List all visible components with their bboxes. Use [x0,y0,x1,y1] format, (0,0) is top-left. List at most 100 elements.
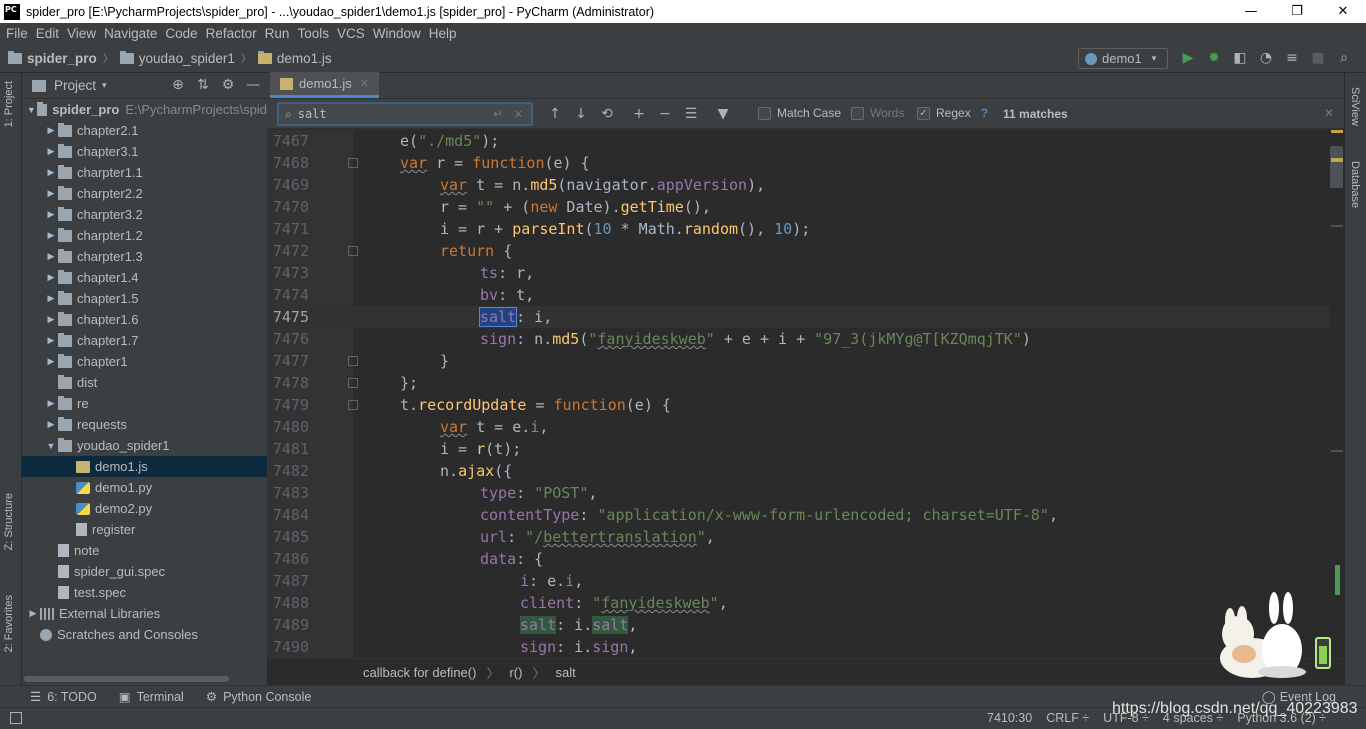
collapsed-arrow-icon[interactable]: ▶ [44,356,58,367]
menu-refactor[interactable]: Refactor [202,26,261,41]
menu-window[interactable]: Window [369,26,425,41]
tab-project[interactable]: 1: Project [3,81,15,127]
locate-file-icon[interactable]: ⊕ [170,77,186,93]
tree-item[interactable]: ▶ chapter2.1 [22,120,267,141]
collapsed-arrow-icon[interactable]: ▶ [44,419,58,430]
horizontal-scrollbar[interactable] [24,676,229,682]
tree-item[interactable]: Scratches and Consoles [22,624,267,645]
code-text[interactable]: e("./md5"); [400,132,499,150]
breadcrumb-project[interactable]: spider_pro [27,51,97,66]
code-text[interactable]: client: "fanyideskweb", [520,594,728,612]
tab-favorites[interactable]: 2: Favorites [3,595,15,652]
tree-item[interactable]: ▶ charpter1.3 [22,246,267,267]
menu-file[interactable]: File [2,26,32,41]
code-line[interactable]: 7485 url: "/bettertranslation", [267,526,1329,548]
collapsed-arrow-icon[interactable]: ▶ [44,251,58,262]
code-line[interactable]: 7472 return { [267,240,1329,262]
code-text[interactable]: url: "/bettertranslation", [480,528,715,546]
collapsed-arrow-icon[interactable]: ▶ [44,398,58,409]
dropdown-arrow-icon[interactable]: ▾ [102,81,107,91]
search-input[interactable]: ⌕ salt ↵ ✕ [277,102,533,126]
code-line[interactable]: 7482 n.ajax({ [267,460,1329,482]
next-occurrence-icon[interactable]: ↓ [573,106,589,122]
tree-item[interactable]: note [22,540,267,561]
tree-item[interactable]: ▶ chapter1.6 [22,309,267,330]
code-text[interactable]: type: "POST", [480,484,597,502]
tree-item[interactable]: ▶ chapter1.7 [22,330,267,351]
code-line[interactable]: 7490 sign: i.sign, [267,636,1329,658]
stripe-mark[interactable] [1331,225,1343,227]
code-line[interactable]: 7469 var t = n.md5(navigator.appVersion), [267,174,1329,196]
remove-selection-icon[interactable]: − [657,106,673,122]
collapsed-arrow-icon[interactable]: ▶ [44,335,58,346]
coverage-icon[interactable]: ◧ [1230,49,1250,67]
words-option[interactable]: Words [851,106,904,120]
code-line[interactable]: 7479 t.recordUpdate = function(e) { [267,394,1329,416]
tree-item[interactable]: demo1.py [22,477,267,498]
tree-item[interactable]: ▶ External Libraries [22,603,267,624]
hide-panel-icon[interactable]: — [245,77,261,93]
code-text[interactable]: r = "" + (new Date).getTime(), [440,198,711,216]
previous-occurrence-icon[interactable]: ↑ [547,106,563,122]
code-text[interactable]: data: { [480,550,543,568]
tree-item[interactable]: ▶ requests [22,414,267,435]
code-text[interactable]: i = r + parseInt(10 * Math.random(), 10)… [440,220,810,238]
project-panel-title[interactable]: Project [54,78,96,93]
code-crumb-r[interactable]: r() [509,665,522,680]
tree-item[interactable]: dist [22,372,267,393]
tab-todo[interactable]: ☰ 6: TODO [30,689,97,705]
code-crumb-salt[interactable]: salt [555,665,575,680]
code-line[interactable]: 7488 client: "fanyideskweb", [267,592,1329,614]
code-text[interactable]: n.ajax({ [440,462,512,480]
clear-search-icon[interactable]: ✕ [514,108,523,121]
code-line[interactable]: 7480 var t = e.i, [267,416,1329,438]
collapsed-arrow-icon[interactable]: ▶ [44,125,58,136]
menu-run[interactable]: Run [261,26,294,41]
words-checkbox[interactable] [851,106,864,120]
collapsed-arrow-icon[interactable]: ▶ [44,209,58,220]
search-icon[interactable]: ⌕ [285,107,292,122]
select-all-occurrences-icon[interactable]: ☰ [683,106,699,122]
code-line[interactable]: 7489 salt: i.salt, [267,614,1329,636]
code-line[interactable]: 7470 r = "" + (new Date).getTime(), [267,196,1329,218]
menu-navigate[interactable]: Navigate [100,26,161,41]
collapsed-arrow-icon[interactable]: ▶ [44,188,58,199]
tree-item[interactable]: demo2.py [22,498,267,519]
stripe-mark[interactable] [1331,450,1343,452]
tree-item[interactable]: spider_gui.spec [22,561,267,582]
code-text[interactable]: salt: i, [478,307,552,327]
code-line[interactable]: 7475 salt: i, [267,306,1329,328]
collapsed-arrow-icon[interactable]: ▶ [44,272,58,283]
breadcrumb-folder[interactable]: youdao_spider1 [139,51,235,66]
code-text[interactable]: contentType: "application/x-www-form-url… [480,506,1058,524]
tree-item[interactable]: ▶ re [22,393,267,414]
tree-item[interactable]: register [22,519,267,540]
tree-item[interactable]: ▼ youdao_spider1 [22,435,267,456]
code-editor[interactable]: 7467 e("./md5"); 7468 var r = function(e) {… [267,130,1344,658]
tab-structure[interactable]: Z: Structure [3,493,15,550]
collapsed-arrow-icon[interactable]: ▶ [44,314,58,325]
code-text[interactable]: i: e.i, [520,572,583,590]
collapsed-arrow-icon[interactable]: ▶ [44,146,58,157]
code-line[interactable]: 7483 type: "POST", [267,482,1329,504]
tree-item[interactable]: ▼ spider_pro E:\PycharmProjects\spid [22,99,267,120]
code-crumb-define[interactable]: callback for define() [363,665,476,680]
collapsed-arrow-icon[interactable]: ▶ [26,608,40,619]
match-case-option[interactable]: Match Case [758,106,841,120]
menu-help[interactable]: Help [425,26,461,41]
code-text[interactable]: i = r(t); [440,440,521,458]
error-stripe-mark[interactable] [1331,130,1343,133]
collapsed-arrow-icon[interactable]: ▶ [44,293,58,304]
tree-item[interactable]: ▶ charpter2.2 [22,183,267,204]
tree-item[interactable]: ▶ chapter1 [22,351,267,372]
code-line[interactable]: 7477} [267,350,1329,372]
code-line[interactable]: 7478}; [267,372,1329,394]
tree-item[interactable]: ▶ chapter1.4 [22,267,267,288]
new-line-icon[interactable]: ↵ [493,107,503,121]
code-line[interactable]: 7484 contentType: "application/x-www-form… [267,504,1329,526]
tree-item[interactable]: test.spec [22,582,267,603]
code-line[interactable]: 7486 data: { [267,548,1329,570]
run-configuration-select[interactable]: demo1 ▾ [1078,48,1168,69]
collapsed-arrow-icon[interactable]: ▶ [44,230,58,241]
match-case-checkbox[interactable] [758,106,771,120]
